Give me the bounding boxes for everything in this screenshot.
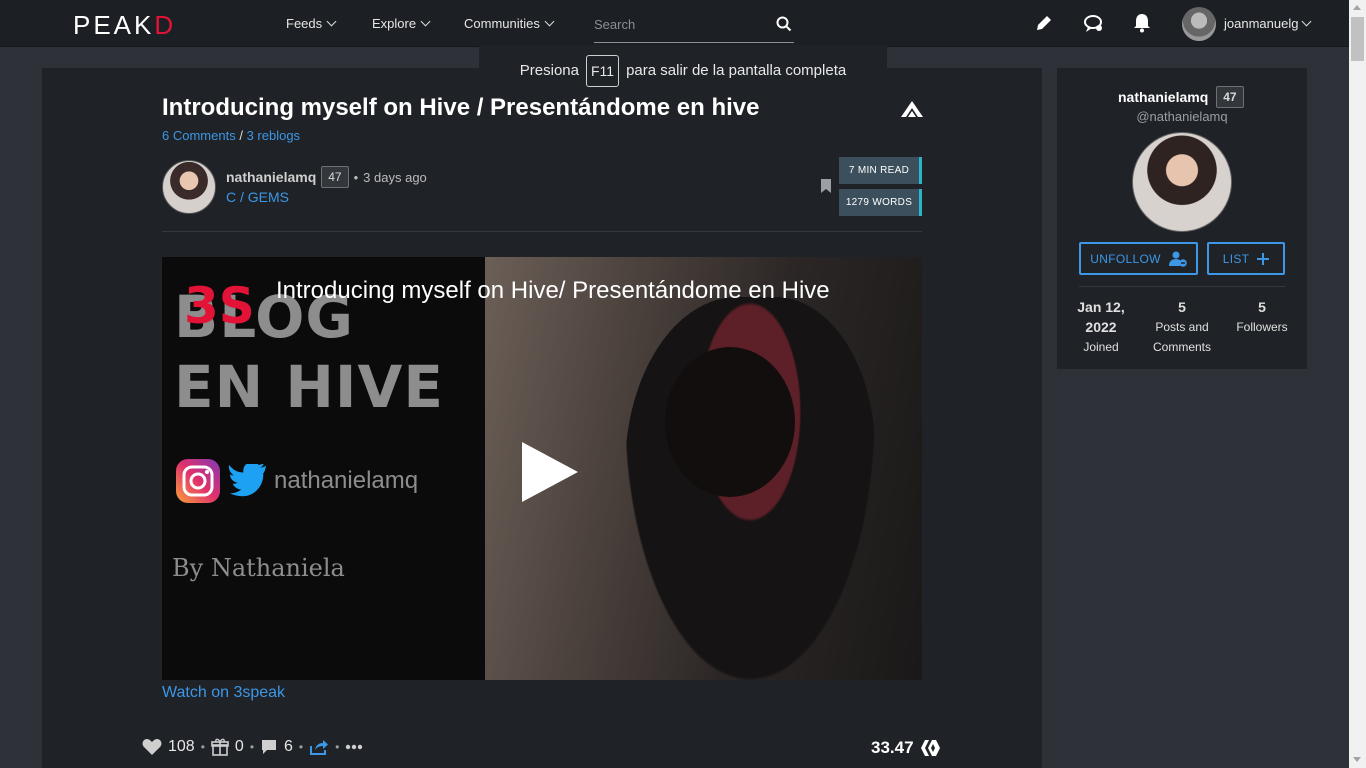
meta-separator: / — [239, 128, 243, 143]
fullscreen-notice-prefix: Presiona — [519, 62, 579, 79]
video-thumbnail-left: BLOG EN HIVE nathanielamq By Nathaniela … — [162, 257, 485, 680]
chevron-down-icon — [326, 16, 337, 27]
list-button[interactable]: LIST — [1207, 242, 1285, 275]
video-player[interactable]: BLOG EN HIVE nathanielamq By Nathaniela … — [162, 257, 922, 680]
community-link[interactable]: C / GEMS — [226, 189, 289, 205]
chevron-down-icon — [544, 16, 555, 27]
reblogs-link[interactable]: 3 reblogs — [247, 128, 300, 143]
user-minus-icon — [1168, 251, 1187, 267]
stat-joined-year: 2022 — [1085, 319, 1117, 335]
author-line: nathanielamq 47 • 3 days ago — [226, 166, 427, 188]
nav-feeds-label: Feeds — [286, 16, 323, 31]
stat-posts-label: Posts and — [1155, 320, 1209, 334]
word-count-badge: 1279 WORDS — [839, 189, 922, 216]
peakd-mark-icon[interactable] — [900, 99, 924, 119]
3speak-logo: 3S — [184, 277, 255, 335]
search-input[interactable] — [594, 9, 764, 39]
chevron-down-icon — [1302, 16, 1312, 27]
user-menu[interactable]: joanmanuelg — [1224, 16, 1312, 31]
play-icon[interactable] — [520, 440, 580, 504]
divider — [162, 231, 922, 232]
author-name[interactable]: nathanielamq — [226, 169, 316, 185]
post-action-bar: 108 • 0 • 6 • • — [142, 738, 363, 756]
stat-joined-value: Jan 12, — [1077, 299, 1125, 315]
nav-communities-label: Communities — [464, 16, 540, 31]
comment-count: 6 — [284, 738, 293, 755]
chat-icon[interactable] — [1083, 13, 1105, 35]
video-text-en-hive: EN HIVE — [174, 353, 444, 421]
profile-handle: @nathanielamq — [1136, 109, 1228, 124]
post-meta-links: 6 Comments / 3 reblogs — [162, 128, 300, 143]
f11-key: F11 — [585, 54, 620, 87]
page-scrollbar[interactable] — [1349, 0, 1366, 768]
reblog-share-icon[interactable] — [309, 738, 329, 756]
video-handle-text: nathanielamq — [274, 467, 419, 494]
scroll-up-arrow[interactable] — [1353, 5, 1361, 10]
stat-posts-label2: Comments — [1152, 340, 1211, 354]
post-time: 3 days ago — [363, 169, 427, 185]
profile-avatar[interactable] — [1132, 132, 1232, 232]
stat-posts-value: 5 — [1178, 299, 1186, 315]
scroll-thumb[interactable] — [1351, 17, 1364, 61]
comment-icon[interactable] — [260, 738, 278, 756]
vote-count[interactable]: 108 — [168, 738, 195, 756]
post-title: Introducing myself on Hive / Presentándo… — [162, 94, 760, 121]
nav-explore[interactable]: Explore — [372, 16, 431, 31]
profile-divider — [1079, 286, 1285, 287]
payout-value: 33.47 — [871, 738, 914, 757]
stat-joined-label: Joined — [1083, 340, 1119, 354]
gift-count: 0 — [234, 738, 244, 755]
user-name: joanmanuelg — [1224, 16, 1299, 31]
stat-joined: Jan 12, 2022 Joined — [1061, 297, 1141, 357]
hive-icon — [920, 740, 940, 756]
author-avatar[interactable] — [162, 160, 216, 214]
stat-followers[interactable]: 5 Followers — [1222, 297, 1302, 337]
stat-followers-value: 5 — [1258, 299, 1266, 315]
profile-name-row: nathanielamq 47 — [1118, 86, 1244, 108]
video-byline: By Nathaniela — [172, 554, 345, 582]
nav-communities[interactable]: Communities — [464, 16, 555, 31]
scroll-down-arrow[interactable] — [1353, 757, 1361, 762]
unfollow-label: UNFOLLOW — [1090, 251, 1161, 266]
fullscreen-notice-suffix: para salir de la pantalla completa — [626, 62, 847, 79]
video-title: Introducing myself on Hive/ Presentándom… — [276, 277, 830, 304]
list-label: LIST — [1222, 251, 1250, 266]
chevron-down-icon — [420, 16, 431, 27]
plus-icon — [1257, 252, 1270, 265]
gift-icon[interactable] — [211, 738, 229, 756]
video-social: nathanielamq — [174, 457, 418, 505]
top-navbar: PEAKD Feeds Explore Communities joanmanu… — [0, 0, 1349, 47]
unfollow-button[interactable]: UNFOLLOW — [1079, 242, 1198, 275]
upvote-heart-icon[interactable] — [142, 738, 162, 756]
bell-icon[interactable] — [1133, 13, 1151, 33]
read-time-badge: 7 MIN READ — [839, 157, 922, 184]
fullscreen-notice: Presiona F11 para salir de la pantalla c… — [479, 45, 887, 96]
video-person-hair — [665, 347, 795, 497]
user-avatar[interactable] — [1182, 7, 1216, 41]
twitter-icon — [228, 464, 267, 497]
author-reputation-badge: 47 — [321, 166, 349, 188]
comments-link[interactable]: 6 Comments — [162, 128, 236, 143]
nav-feeds[interactable]: Feeds — [286, 16, 337, 31]
peakd-logo[interactable]: PEAKD — [73, 10, 176, 41]
instagram-icon — [176, 459, 220, 503]
profile-card: nathanielamq 47 @nathanielamq UNFOLLOW L… — [1057, 68, 1307, 369]
search-icon[interactable] — [776, 16, 792, 32]
stat-posts: 5 Posts and Comments — [1142, 297, 1222, 357]
profile-reputation-badge: 47 — [1216, 86, 1244, 108]
search-box — [594, 9, 794, 43]
more-options-icon[interactable] — [345, 744, 363, 750]
bookmark-icon[interactable] — [820, 178, 832, 194]
watch-on-3speak-link[interactable]: Watch on 3speak — [162, 684, 285, 702]
profile-name[interactable]: nathanielamq — [1118, 89, 1208, 105]
time-separator: • — [353, 169, 359, 185]
pencil-icon[interactable] — [1034, 13, 1054, 33]
post-payout[interactable]: 33.47 — [871, 738, 940, 758]
nav-explore-label: Explore — [372, 16, 417, 31]
stat-followers-label: Followers — [1236, 320, 1288, 334]
